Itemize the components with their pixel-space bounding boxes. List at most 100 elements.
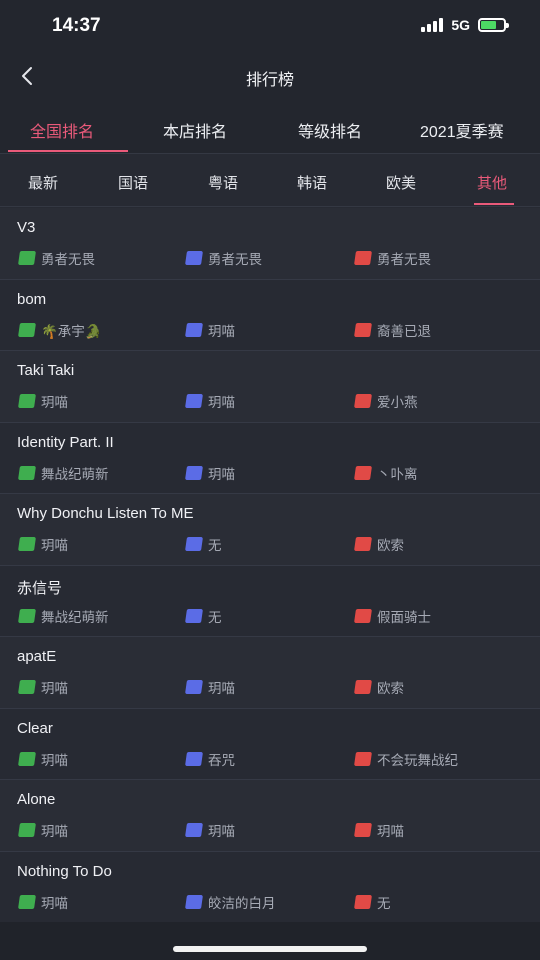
- tab-level[interactable]: 等级排名: [298, 118, 362, 142]
- top-player-entry[interactable]: 舞战纪萌新: [18, 606, 109, 626]
- top-player-entry[interactable]: 玥喵: [185, 391, 235, 411]
- easy-badge-icon: [18, 465, 36, 480]
- top-player-entry[interactable]: 欧索: [354, 534, 404, 554]
- hard-badge-icon: [354, 394, 372, 408]
- top-player-entry[interactable]: 不会玩舞战纪: [354, 749, 458, 769]
- top-player-entry[interactable]: 舞战纪萌新: [18, 463, 109, 483]
- normal-badge-icon: [185, 322, 203, 337]
- song-row[interactable]: Alone 玥喵 玥喵 玥喵: [0, 780, 540, 852]
- normal-badge-icon: [185, 894, 203, 909]
- tab-national[interactable]: 全国排名: [30, 118, 94, 142]
- active-tab-indicator: [8, 150, 128, 152]
- song-row[interactable]: Taki Taki 玥喵 玥喵 爱小燕: [0, 351, 540, 423]
- easy-badge-icon: [18, 537, 36, 551]
- player-name: 玥喵: [208, 824, 235, 839]
- player-name: 玥喵: [41, 895, 68, 911]
- player-name: 裔善已退: [377, 323, 431, 339]
- easy-badge-icon: [18, 894, 36, 909]
- player-name: 勇者无畏: [377, 252, 431, 267]
- top-player-entry[interactable]: 玥喵: [354, 820, 404, 840]
- top-player-entry[interactable]: 玥喵: [185, 677, 235, 697]
- hard-badge-icon: [354, 537, 372, 551]
- top-player-entry[interactable]: 无: [185, 534, 222, 554]
- player-name: 勇者无畏: [41, 252, 95, 267]
- player-name: 无: [208, 538, 222, 553]
- song-title: 赤信号: [17, 579, 63, 597]
- top-player-entry[interactable]: 玥喵: [18, 391, 68, 411]
- subtab-latest[interactable]: 最新: [28, 172, 58, 193]
- player-name: 玥喵: [41, 538, 68, 553]
- easy-badge-icon: [18, 680, 36, 694]
- player-name: 爱小燕: [377, 395, 418, 410]
- song-row[interactable]: V3 勇者无畏 勇者无畏 勇者无畏: [0, 208, 540, 280]
- easy-badge-icon: [18, 322, 36, 337]
- top-player-entry[interactable]: 假面骑士: [354, 606, 431, 626]
- player-name: 舞战纪萌新: [41, 466, 109, 482]
- easy-badge-icon: [18, 751, 36, 766]
- subtab-mandarin[interactable]: 国语: [118, 172, 148, 193]
- hard-badge-icon: [354, 680, 372, 694]
- tab-store[interactable]: 本店排名: [163, 118, 227, 142]
- song-title: Nothing To Do: [17, 862, 112, 880]
- player-name: 欧索: [377, 681, 404, 696]
- hard-badge-icon: [354, 322, 372, 337]
- top-player-entry[interactable]: 🌴承宇🐊: [18, 320, 102, 340]
- top-player-entry[interactable]: 玥喵: [185, 820, 235, 840]
- player-name: 无: [377, 895, 391, 911]
- song-title: Why Donchu Listen To ME: [17, 505, 194, 522]
- top-player-entry[interactable]: 皎洁的白月: [185, 892, 276, 912]
- top-player-entry[interactable]: 玥喵: [185, 320, 235, 340]
- song-row[interactable]: bom 🌴承宇🐊 玥喵 裔善已退: [0, 279, 540, 351]
- language-tabs: 最新 国语 粤语 韩语 欧美 其他: [0, 155, 540, 207]
- hard-badge-icon: [354, 894, 372, 909]
- top-player-entry[interactable]: 无: [185, 606, 222, 626]
- player-name: 🌴承宇🐊: [41, 323, 102, 339]
- player-name: 玥喵: [208, 466, 235, 482]
- song-row[interactable]: Nothing To Do 玥喵 皎洁的白月 无: [0, 851, 540, 923]
- top-player-entry[interactable]: 玥喵: [18, 820, 68, 840]
- player-name: 舞战纪萌新: [41, 609, 109, 625]
- top-player-entry[interactable]: 玥喵: [18, 534, 68, 554]
- normal-badge-icon: [185, 251, 203, 265]
- easy-badge-icon: [18, 251, 36, 265]
- player-name: 丶卟离: [377, 466, 418, 482]
- song-title: Taki Taki: [17, 362, 75, 379]
- song-title: Clear: [17, 719, 53, 737]
- normal-badge-icon: [185, 537, 203, 551]
- top-player-entry[interactable]: 吞咒: [185, 749, 235, 769]
- top-player-entry[interactable]: 勇者无畏: [354, 248, 431, 268]
- top-player-entry[interactable]: 爱小燕: [354, 391, 418, 411]
- top-player-entry[interactable]: 玥喵: [18, 892, 68, 912]
- easy-badge-icon: [18, 394, 36, 408]
- song-title: apatE: [17, 648, 57, 665]
- top-player-entry[interactable]: 欧索: [354, 677, 404, 697]
- top-player-entry[interactable]: 裔善已退: [354, 320, 431, 340]
- normal-badge-icon: [185, 823, 203, 837]
- subtab-other[interactable]: 其他: [477, 172, 507, 193]
- active-subtab-indicator: [474, 203, 514, 205]
- song-ranking-list: V3 勇者无畏 勇者无畏 勇者无畏 bom 🌴承宇🐊 玥喵 裔善已退 Taki Taki 玥喵 玥喵…: [0, 208, 540, 923]
- top-player-entry[interactable]: 丶卟离: [354, 463, 418, 483]
- top-player-entry[interactable]: 无: [354, 892, 391, 912]
- song-row[interactable]: Identity Part. II 舞战纪萌新 玥喵 丶卟离: [0, 422, 540, 494]
- top-player-entry[interactable]: 勇者无畏: [18, 248, 95, 268]
- top-player-entry[interactable]: 玥喵: [18, 749, 68, 769]
- subtab-western[interactable]: 欧美: [386, 172, 416, 193]
- player-name: 玥喵: [41, 395, 68, 410]
- top-player-entry[interactable]: 玥喵: [185, 463, 235, 483]
- top-player-entry[interactable]: 勇者无畏: [185, 248, 262, 268]
- tab-summer-2021[interactable]: 2021夏季赛: [420, 118, 504, 142]
- song-row[interactable]: Why Donchu Listen To ME 玥喵 无 欧索: [0, 494, 540, 566]
- song-row[interactable]: 赤信号舞战纪萌新 无 假面骑士: [0, 565, 540, 637]
- song-row[interactable]: apatE 玥喵 玥喵 欧索: [0, 637, 540, 709]
- top-player-entry[interactable]: 玥喵: [18, 677, 68, 697]
- subtab-cantonese[interactable]: 粤语: [208, 172, 238, 193]
- hard-badge-icon: [354, 608, 372, 623]
- home-indicator[interactable]: [173, 946, 367, 952]
- subtab-korean[interactable]: 韩语: [297, 172, 327, 193]
- status-time: 14:37: [52, 15, 101, 36]
- song-title: Identity Part. II: [17, 433, 114, 451]
- song-row[interactable]: Clear 玥喵 吞咒 不会玩舞战纪: [0, 708, 540, 780]
- normal-badge-icon: [185, 608, 203, 623]
- hard-badge-icon: [354, 251, 372, 265]
